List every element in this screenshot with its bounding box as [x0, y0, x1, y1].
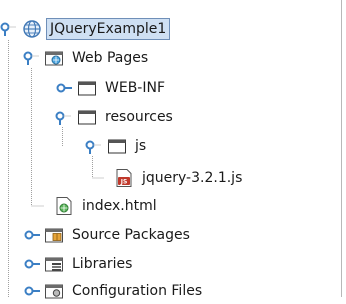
tree-node-web-inf-label: WEB-INF [105, 80, 165, 96]
tree-node-source-packages[interactable]: Source Packages [44, 222, 192, 248]
source-packages-icon [44, 225, 64, 245]
expand-toggle-libraries[interactable] [23, 256, 41, 274]
folder-icon [107, 136, 127, 156]
tree-node-libraries[interactable]: Libraries [44, 251, 134, 277]
js-file-icon: JS [114, 168, 134, 188]
tree-node-libraries-label: Libraries [72, 256, 133, 272]
expand-toggle-web-inf[interactable] [55, 80, 73, 98]
tree-node-web-pages-label: Web Pages [72, 50, 149, 66]
web-pages-folder-icon [44, 48, 64, 68]
tree-node-resources-label: resources [105, 109, 173, 125]
tree-node-jquery-label: jquery-3.2.1.js [142, 170, 243, 186]
tree-node-resources[interactable]: resources [77, 104, 175, 130]
panel-right-border [341, 0, 342, 297]
tree-node-web-pages[interactable]: Web Pages [44, 45, 150, 71]
libraries-icon [44, 254, 64, 274]
tree-node-jquery-file[interactable]: JS jquery-3.2.1.js [114, 165, 244, 191]
html-file-icon [54, 196, 74, 216]
tree-node-config-files-label: Configuration Files [72, 283, 203, 299]
expand-toggle-config-files[interactable] [23, 283, 41, 301]
folder-icon [77, 107, 97, 127]
tree-node-index-html[interactable]: index.html [54, 193, 159, 219]
collapse-toggle-project[interactable] [0, 20, 18, 38]
tree-node-js[interactable]: js [107, 133, 148, 159]
project-tree: JQueryExample1 Web Pages WEB-INF resourc… [0, 0, 346, 299]
folder-icon [77, 78, 97, 98]
tree-node-project[interactable]: JQueryExample1 [22, 16, 171, 42]
globe-project-icon [22, 19, 42, 39]
tree-node-web-inf[interactable]: WEB-INF [77, 75, 167, 101]
expand-toggle-source-packages[interactable] [23, 227, 41, 245]
collapse-toggle-web-pages[interactable] [23, 49, 41, 67]
tree-node-index-label: index.html [82, 198, 157, 214]
tree-node-project-label: JQueryExample1 [46, 18, 171, 40]
config-files-icon [44, 281, 64, 301]
collapse-toggle-resources[interactable] [55, 109, 73, 127]
collapse-toggle-js[interactable] [85, 138, 103, 156]
tree-node-source-packages-label: Source Packages [72, 227, 190, 243]
svg-text:JS: JS [120, 179, 128, 186]
tree-node-js-label: js [135, 138, 147, 154]
tree-node-config-files[interactable]: Configuration Files [44, 278, 204, 304]
